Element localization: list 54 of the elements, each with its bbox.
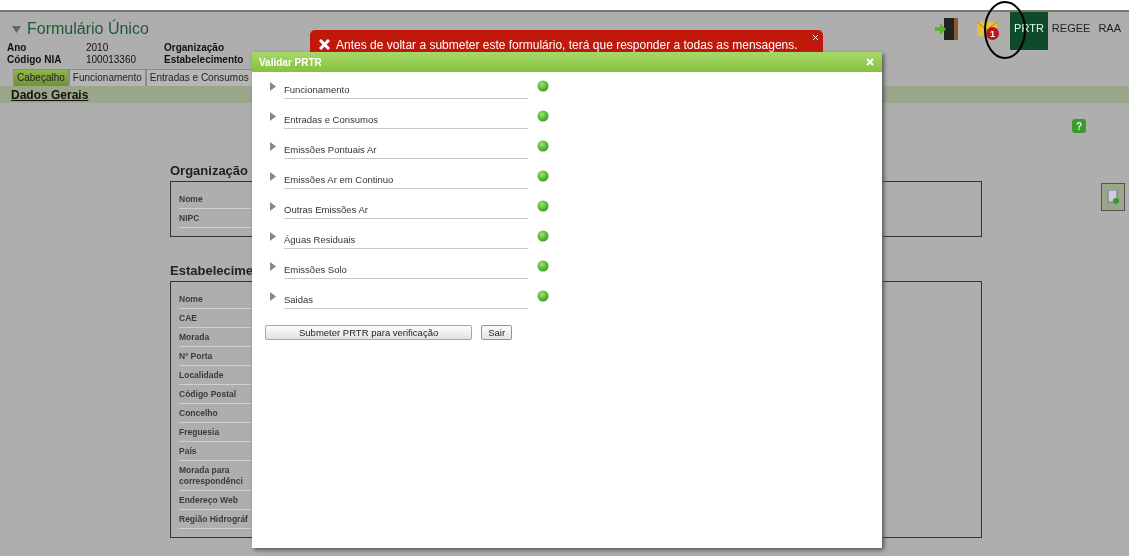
validation-item[interactable]: Águas Residuais	[284, 230, 528, 249]
field-label: Freguesia	[179, 423, 251, 442]
form-title: Formulário Único	[27, 20, 149, 38]
collapse-triangle-icon[interactable]	[12, 25, 21, 33]
group-title: Organização	[170, 163, 249, 178]
messages-button[interactable]: 1	[970, 12, 1005, 46]
validation-item[interactable]: Emissões Pontuais Ar	[284, 140, 528, 159]
expand-triangle-icon[interactable]	[270, 232, 276, 241]
expand-triangle-icon[interactable]	[270, 172, 276, 181]
section-title: Dados Gerais	[11, 87, 89, 102]
expand-triangle-icon[interactable]	[270, 202, 276, 211]
info-value: 2010	[86, 42, 110, 54]
tab[interactable]: Funcionamento	[68, 69, 146, 86]
dialog-title: Validar PRTR	[259, 56, 322, 68]
validation-item[interactable]: Emissões Solo	[284, 260, 528, 279]
info-value: 100013360	[86, 54, 138, 66]
expand-triangle-icon[interactable]	[270, 112, 276, 121]
field-label: Endereço Web	[179, 491, 251, 510]
field-label: Código Postal	[179, 385, 251, 404]
expand-triangle-icon[interactable]	[270, 262, 276, 271]
exit-button[interactable]: Sair	[481, 325, 513, 340]
field-label: Nome	[179, 190, 251, 209]
validation-item[interactable]: Funcionamento	[284, 80, 528, 99]
submit-button[interactable]: Submeter PRTR para verificação	[265, 325, 473, 340]
validation-item[interactable]: Saidas	[284, 290, 528, 309]
nav-link[interactable]: RAA	[1094, 12, 1125, 50]
expand-triangle-icon[interactable]	[270, 292, 276, 301]
field-label: Nº Porta	[179, 347, 251, 366]
field-label: Região Hidrográf	[179, 510, 251, 529]
field-label: Morada para correspondênci	[179, 461, 251, 491]
field-label: Localidade	[179, 366, 251, 385]
field-label: Nome	[179, 290, 251, 309]
toast-message: Antes de voltar a submeter este formulário, terá que responder a todas as mensagens.	[336, 37, 798, 52]
validation-item[interactable]: Emissões Ar em Continuo	[284, 170, 528, 189]
field-label: CAE	[179, 309, 251, 328]
group-title: Estabelecime	[170, 263, 254, 278]
nav-link[interactable]: REGEE	[1047, 12, 1095, 50]
document-icon[interactable]	[1101, 183, 1125, 211]
nav-link[interactable]: PRTR	[1010, 12, 1048, 50]
error-x-icon	[319, 39, 330, 50]
validation-item[interactable]: Outras Emissões Ar	[284, 200, 528, 219]
field-label: NIPC	[179, 209, 251, 228]
info-label: Ano	[7, 42, 28, 54]
expand-triangle-icon[interactable]	[270, 142, 276, 151]
field-label: Morada	[179, 328, 251, 347]
close-icon[interactable]	[813, 35, 818, 40]
tab[interactable]: Entradas e Consumos	[145, 69, 253, 86]
info-label: Organização	[164, 42, 226, 54]
validation-item[interactable]: Entradas e Consumos	[284, 110, 528, 129]
expand-triangle-icon[interactable]	[270, 82, 276, 91]
field-label: País	[179, 442, 251, 461]
field-label: Concelho	[179, 404, 251, 423]
tab[interactable]: Cabeçalho	[13, 69, 69, 86]
info-label: Código NIA	[7, 54, 63, 66]
